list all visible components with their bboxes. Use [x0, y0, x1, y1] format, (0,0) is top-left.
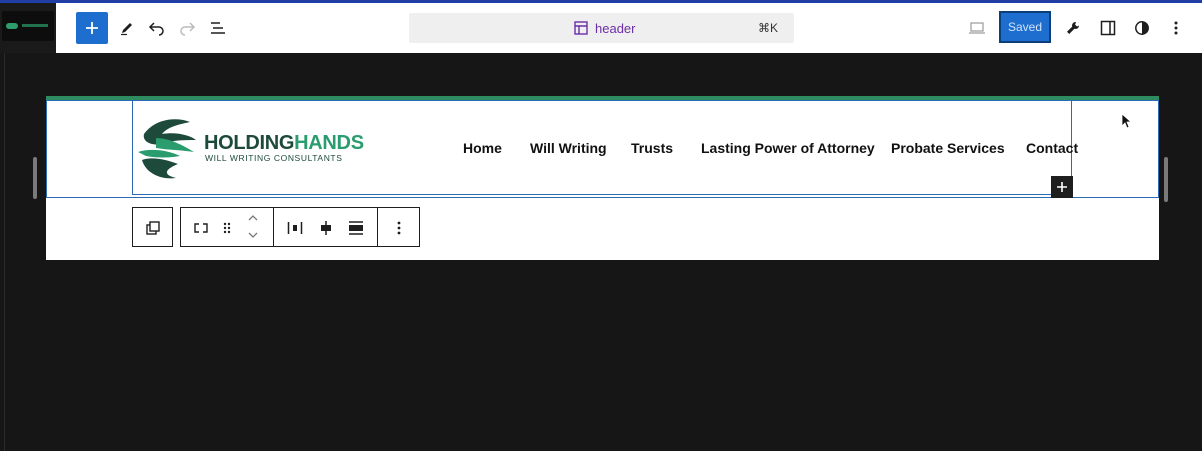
logo-word-holding: HOLDING: [204, 132, 295, 154]
more-vertical-icon: [1174, 21, 1178, 35]
nav-item-home[interactable]: Home: [463, 140, 502, 156]
nav-item-will-writing[interactable]: Will Writing: [530, 140, 607, 156]
canvas-left-edge: [4, 53, 5, 451]
nav-item-trusts[interactable]: Trusts: [631, 140, 673, 156]
block-toolbar-parent: [132, 207, 173, 247]
list-view-button[interactable]: [202, 12, 234, 44]
sidebar-icon: [1100, 20, 1116, 36]
justify-center-icon: [321, 221, 331, 235]
resize-handle-right[interactable]: [1164, 157, 1168, 202]
plus-icon: [86, 22, 98, 34]
command-shortcut: ⌘K: [757, 21, 778, 35]
document-bar[interactable]: header ⌘K: [409, 13, 794, 43]
group-icon: [194, 223, 208, 233]
document-title: header: [595, 21, 636, 36]
list-view-icon: [211, 22, 225, 34]
move-down-icon: [248, 232, 258, 238]
mouse-cursor-icon: [1121, 113, 1133, 129]
toolbar-separator: [377, 208, 378, 246]
template-part-frame: HOLDINGHANDS WILL WRITING CONSULTANTS Ho…: [46, 96, 1159, 260]
undo-icon: [148, 22, 164, 36]
tools-button[interactable]: [111, 12, 143, 44]
site-thumbnail[interactable]: [2, 11, 54, 41]
plus-icon: [1057, 182, 1067, 192]
move-up-icon: [248, 215, 258, 221]
desktop-preview-icon: [969, 22, 985, 34]
nav-item-probate-services[interactable]: Probate Services: [891, 140, 1005, 156]
editor-toolbar: header ⌘K Saved: [56, 3, 1202, 54]
logo-title: HOLDINGHANDS: [204, 132, 364, 155]
resize-handle-left[interactable]: [33, 157, 37, 199]
duplicate-icon: [146, 221, 160, 235]
wrench-icon: [1067, 22, 1079, 34]
options-button[interactable]: [1160, 12, 1192, 44]
more-vertical-icon: [397, 221, 401, 235]
drag-handle[interactable]: [217, 218, 237, 238]
justify-center-button[interactable]: [316, 218, 336, 238]
styles-tools-button[interactable]: [1057, 12, 1089, 44]
redo-icon: [180, 22, 196, 36]
block-toolbar: [180, 207, 420, 247]
settings-sidebar-button[interactable]: [1092, 12, 1124, 44]
site-thumbnail-strip: [0, 3, 56, 53]
select-parent-button[interactable]: [143, 218, 163, 238]
add-block-button[interactable]: [76, 12, 108, 44]
block-type-button[interactable]: [191, 218, 211, 238]
logo-tagline: WILL WRITING CONSULTANTS: [205, 153, 343, 163]
preview-button[interactable]: [961, 12, 993, 44]
nav-item-lasting-power-of-attorney[interactable]: Lasting Power of Attorney: [701, 140, 875, 156]
undo-button[interactable]: [141, 12, 173, 44]
thumbnail-logo-mark: [6, 23, 18, 29]
block-inserter-button[interactable]: [1051, 176, 1073, 198]
block-options-button[interactable]: [389, 218, 409, 238]
justify-stretch-button[interactable]: [346, 218, 366, 238]
justify-stretch-icon: [349, 221, 363, 235]
thumbnail-logo-text: [22, 24, 48, 27]
drag-icon: [223, 222, 231, 234]
logo-word-hands: HANDS: [294, 132, 364, 154]
justify-space-between-button[interactable]: [285, 218, 305, 238]
saved-button[interactable]: Saved: [999, 11, 1051, 43]
justify-space-between-icon: [287, 222, 303, 234]
nav-item-contact[interactable]: Contact: [1026, 140, 1078, 156]
styles-button[interactable]: [1126, 12, 1158, 44]
redo-button[interactable]: [171, 12, 203, 44]
template-icon: [574, 21, 588, 40]
pen-icon: [121, 23, 132, 36]
toolbar-separator: [273, 208, 274, 246]
move-up-button[interactable]: [243, 211, 263, 225]
move-down-button[interactable]: [243, 228, 263, 242]
contrast-icon: [1135, 21, 1149, 35]
